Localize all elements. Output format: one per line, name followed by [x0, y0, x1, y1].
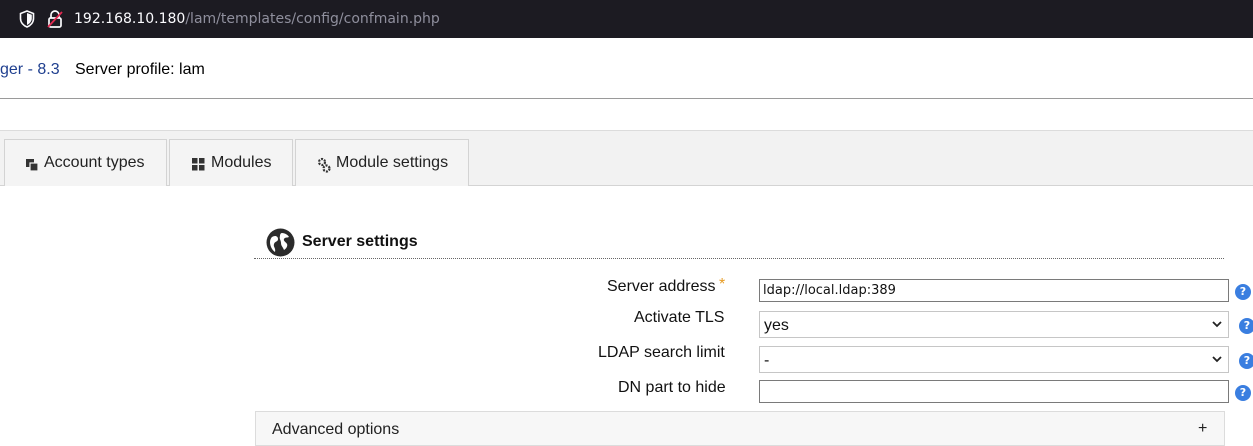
tab-label: Modules: [211, 154, 272, 171]
tab-module-settings[interactable]: Module settings: [295, 139, 469, 186]
chevron-down-icon: [1212, 356, 1222, 363]
help-icon[interactable]: ?: [1235, 385, 1251, 401]
help-icon[interactable]: ?: [1235, 284, 1251, 300]
help-icon[interactable]: ?: [1239, 318, 1253, 334]
required-marker: *: [719, 276, 726, 293]
config-tab-bar: Account types Modules Module settings: [0, 131, 1253, 186]
tab-account-types[interactable]: Account types: [4, 139, 167, 186]
activate-tls-label: Activate TLS: [634, 309, 725, 326]
activate-tls-value: yes: [764, 317, 789, 334]
help-icon[interactable]: ?: [1239, 353, 1253, 369]
dn-hide-label: DN part to hide: [618, 379, 726, 396]
server-address-input[interactable]: [759, 279, 1229, 302]
server-profile-label: Server profile: lam: [75, 61, 205, 78]
section-divider: [254, 258, 1224, 259]
advanced-options-label: Advanced options: [272, 421, 400, 438]
server-address-label: Server address: [607, 278, 716, 295]
search-limit-label: LDAP search limit: [598, 344, 725, 361]
lock-icon[interactable]: [46, 9, 64, 29]
search-limit-select[interactable]: -: [759, 346, 1229, 373]
header-divider: [0, 98, 1253, 99]
search-limit-value: -: [764, 352, 770, 369]
app-header: ger - 8.3 Server profile: lam: [0, 38, 1253, 98]
chevron-down-icon: [1212, 321, 1222, 328]
tab-label: Module settings: [336, 154, 449, 171]
activate-tls-select[interactable]: yes: [759, 311, 1229, 338]
grid-icon: [192, 158, 205, 171]
url-host: 192.168.10.180: [74, 11, 186, 27]
tab-label: Account types: [44, 154, 145, 171]
dn-hide-input[interactable]: [759, 380, 1229, 403]
tab-modules[interactable]: Modules: [169, 139, 293, 186]
url-text[interactable]: 192.168.10.180/lam/templates/config/conf…: [74, 10, 440, 28]
server-settings-title: Server settings: [302, 233, 418, 250]
expand-icon: +: [1198, 420, 1208, 437]
browser-url-bar: 192.168.10.180/lam/templates/config/conf…: [0, 0, 1253, 38]
app-title-link[interactable]: ger - 8.3: [0, 61, 60, 79]
url-path: /lam/templates/config/confmain.php: [185, 11, 440, 27]
gears-icon: [317, 157, 331, 173]
advanced-options-toggle[interactable]: Advanced options +: [255, 411, 1225, 446]
account-types-icon: [26, 159, 39, 172]
shield-icon[interactable]: [19, 10, 35, 28]
globe-icon: [266, 228, 295, 257]
